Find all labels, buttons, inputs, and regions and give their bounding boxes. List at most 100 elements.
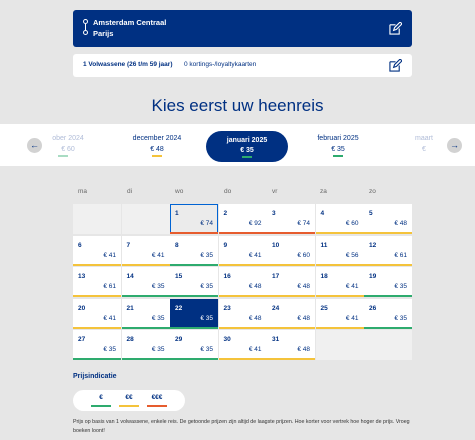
month-item[interactable]: maart € [408,124,440,166]
calendar-day[interactable]: 29 € 35 [170,330,218,360]
price-tier-bar [267,263,315,266]
day-price: € 35 [200,283,213,290]
calendar-day[interactable]: 6 € 41 [73,235,121,266]
day-price: € 60 [345,220,359,227]
price-tier-bar [73,326,121,329]
price-tier-bar [364,326,412,329]
day-number: 12 [369,241,377,249]
calendar-day[interactable]: 8 € 35 [170,235,218,266]
calendar-day[interactable]: 30 € 41 [218,330,267,360]
day-number: 10 [272,241,280,249]
calendar-day[interactable]: 14 € 35 [121,267,170,297]
price-tier-bar [170,295,218,297]
day-number: 30 [223,336,231,343]
calendar-day[interactable]: 18 € 41 [315,267,364,297]
calendar-day[interactable]: 15 € 35 [170,267,218,297]
day-number: 20 [78,304,86,312]
day-price: € 61 [394,251,407,259]
calendar-day[interactable]: 13 € 61 [73,267,121,297]
price-tier-bar [218,358,267,360]
legend-item: €€ [119,394,139,407]
day-number: 1 [175,210,179,217]
price-tier-bar [121,358,170,360]
price-tier-bar [121,295,170,297]
month-item[interactable]: ober 2024 € 60 [40,124,96,166]
price-tier-bar [73,295,121,297]
day-price: € 35 [151,314,165,322]
calendar-day[interactable]: 2 € 92 [218,204,267,234]
arrow-right-icon[interactable]: → [447,138,462,153]
calendar-day[interactable]: 26 € 35 [364,298,412,329]
calendar-day[interactable]: 11 € 56 [315,235,364,266]
day-price: € 48 [394,220,407,227]
calendar-day[interactable]: 21 € 35 [121,298,170,329]
calendar-day[interactable]: 17 € 48 [267,267,315,297]
route-icon [83,19,89,37]
day-price: € 35 [394,314,407,322]
calendar-day[interactable]: 23 € 48 [218,298,267,329]
day-number: 15 [175,273,183,280]
day-number: 31 [272,336,280,343]
route-from: Amsterdam Centraal [93,18,167,27]
calendar-day[interactable]: 27 € 35 [73,330,121,360]
calendar-day[interactable]: 10 € 60 [267,235,315,266]
calendar-day[interactable]: 5 € 48 [364,204,412,234]
price-legend: € €€ €€€ [73,390,185,411]
day-number: 21 [126,304,134,312]
calendar-cell-empty [121,204,170,234]
calendar-day[interactable]: 7 € 41 [121,235,170,266]
day-number: 27 [78,336,86,343]
price-tier-bar [218,326,267,329]
calendar-day[interactable]: 19 € 35 [364,267,412,297]
calendar-day[interactable]: 12 € 61 [364,235,412,266]
route-card: Amsterdam Centraal Parijs [73,10,412,47]
day-price: € 48 [248,314,262,322]
calendar-day[interactable]: 25 € 41 [315,298,364,329]
day-number: 9 [223,241,228,249]
calendar-day[interactable]: 3 € 74 [267,204,315,234]
day-number: 16 [223,273,231,280]
price-tier-bar [267,358,315,360]
day-price: € 41 [151,251,165,259]
calendar-day-selected[interactable]: 22 € 35 [170,298,218,329]
page-title: Kies eerst uw heenreis [151,96,324,115]
calendar-day[interactable]: 20 € 41 [73,298,121,329]
price-tier-bar [315,263,364,266]
month-item-selected[interactable]: januari 2025 € 35 [206,131,288,162]
month-item[interactable]: februari 2025 € 35 [303,124,373,166]
calendar-day[interactable]: 28 € 35 [121,330,170,360]
day-price: € 35 [200,314,213,322]
weekday-label: ma [78,188,88,195]
calendar-day[interactable]: 4 € 60 [315,204,364,234]
day-number: 14 [126,273,134,280]
day-number: 5 [369,210,373,217]
day-number: 2 [223,210,228,217]
day-price: € 35 [200,346,213,353]
calendar-day[interactable]: 24 € 48 [267,298,315,329]
day-number: 29 [175,336,183,343]
price-tier-bar [218,232,267,234]
discount-cards: 0 kortings-/loyaltykaarten [184,61,257,68]
edit-route-icon[interactable] [389,22,402,35]
day-price: € 41 [248,346,262,353]
weekday-label: vr [272,188,278,195]
calendar-day[interactable]: 1 € 74 [170,204,218,234]
day-number: 11 [320,241,328,249]
day-number: 4 [320,210,325,217]
calendar-day[interactable]: 9 € 41 [218,235,267,266]
price-tier-bar [170,263,218,266]
month-item[interactable]: december 2024 € 48 [115,124,199,166]
edit-passengers-icon[interactable] [389,59,402,72]
price-tier-bar [267,326,315,329]
day-price: € 48 [248,283,262,290]
day-number: 24 [272,304,280,312]
calendar-day[interactable]: 16 € 48 [218,267,267,297]
day-number: 28 [126,336,134,343]
price-tier-bar [73,358,121,360]
day-price: € 48 [297,314,310,322]
calendar-cell-empty [315,330,364,360]
calendar-day[interactable]: 31 € 48 [267,330,315,360]
price-tier-bar [170,358,218,360]
price-tier-bar [170,326,218,329]
day-price: € 48 [297,346,310,353]
